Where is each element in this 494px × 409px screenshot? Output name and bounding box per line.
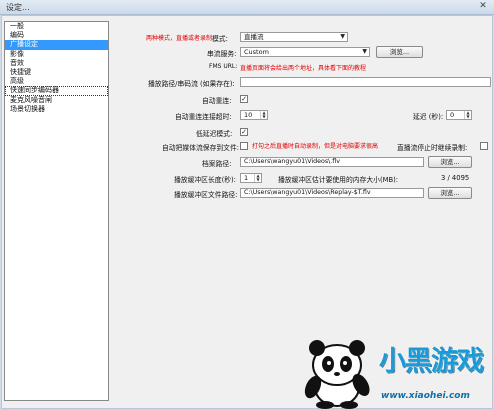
reconnect-timeout-spinner[interactable]: 10 ▲ ▼: [240, 110, 268, 120]
spin-arrows-icon[interactable]: ▲ ▼: [254, 174, 261, 182]
sidebar-item-scene-switcher[interactable]: 场景切换器: [5, 105, 108, 114]
sidebar-item-audio[interactable]: 音效: [5, 59, 108, 68]
keep-recording-label: 直播流停止时继续录制:: [397, 144, 468, 152]
sidebar-item-hotkeys[interactable]: 快捷键: [5, 68, 108, 77]
replay-length-spinner[interactable]: 1 ▲ ▼: [240, 173, 262, 183]
reconnect-timeout-value: 10: [244, 111, 253, 119]
playpath-label: 播放路径/串码流 (如果存在):: [148, 80, 235, 88]
service-select[interactable]: Custom ▼: [240, 47, 370, 57]
sidebar-item-advanced[interactable]: 高级: [5, 77, 108, 86]
replay-path-label: 播放缓冲区文件路径:: [174, 191, 238, 199]
replay-length-value: 1: [244, 174, 249, 182]
spin-arrows-icon[interactable]: ▲ ▼: [464, 111, 471, 119]
close-icon[interactable]: ✕: [476, 1, 490, 12]
panda-mascot-icon: [304, 340, 370, 409]
delay-spinner[interactable]: 0 ▲ ▼: [446, 110, 472, 120]
mode-select-value: 直播流: [244, 33, 264, 41]
spin-arrows-icon[interactable]: ▲ ▼: [260, 111, 267, 119]
autosave-checkbox[interactable]: [240, 142, 248, 150]
filepath-browse-button[interactable]: 浏览...: [428, 156, 472, 168]
sidebar-item-general[interactable]: 一般: [5, 22, 108, 31]
autosave-note: 打勾之后直播时自动录制，但是对电脑要求很高: [252, 143, 379, 150]
replay-length-label: 播放缓冲区长度(秒):: [174, 176, 236, 184]
autoreconnect-label: 自动重连:: [202, 97, 232, 105]
sidebar-item-mic-noise-gate[interactable]: 麦克风噪音闸: [5, 96, 108, 105]
sidebar-item-encoding[interactable]: 编码: [5, 31, 108, 40]
autosave-label: 自动把媒体流保存到文件:: [162, 144, 240, 152]
sidebar-item-broadcast-settings[interactable]: 广播设定: [5, 40, 108, 50]
replay-path-input[interactable]: C:\Users\wangyu01\Videos\Replay-$T.flv: [240, 188, 424, 198]
mode-label: 模式:: [212, 35, 228, 43]
lowlatency-checkbox[interactable]: ✓: [240, 128, 248, 136]
window-title: 设定...: [6, 3, 30, 12]
service-browse-button[interactable]: 浏览...: [376, 46, 423, 58]
delay-label: 延迟 (秒):: [413, 113, 444, 121]
sidebar-item-video[interactable]: 影像: [5, 50, 108, 59]
autoreconnect-checkbox[interactable]: ✓: [240, 95, 248, 103]
mode-select[interactable]: 直播流 ▼: [240, 32, 348, 42]
title-bar: 设定... ✕: [0, 0, 494, 15]
service-label: 串流服务:: [207, 50, 237, 58]
keep-recording-checkbox[interactable]: [480, 142, 488, 150]
service-select-value: Custom: [244, 48, 269, 56]
replay-path-browse-button[interactable]: 浏览...: [428, 187, 472, 199]
filepath-label: 档案路径:: [202, 160, 232, 168]
playpath-input[interactable]: [240, 77, 491, 87]
reconnect-timeout-label: 自动重连连接超时:: [175, 113, 232, 121]
filepath-input[interactable]: C:\Users\wangyu01\Videos\.flv: [240, 157, 424, 167]
watermark-logo: 小黑游戏 www.xiaohei.com: [295, 335, 491, 409]
delay-value: 0: [450, 111, 455, 119]
settings-category-list[interactable]: 一般 编码 广播设定 影像 音效 快捷键 高级 快速同步编码器 麦克风噪音闸 场…: [4, 21, 109, 401]
fms-url-note: 直播页面将会给出两个地址，具体看下面的教程: [240, 65, 367, 72]
chevron-down-icon: ▼: [340, 33, 345, 40]
lowlatency-label: 低延迟模式:: [196, 130, 233, 138]
replay-memory-value: 3 / 4095: [441, 174, 470, 182]
mode-note: 两种模式，直播或者录制: [146, 35, 213, 42]
replay-memory-label: 播放缓冲区估计要使用的内存大小(MB):: [278, 176, 399, 184]
watermark-brand-text: 小黑游戏: [379, 346, 484, 377]
sidebar-item-quicksync-encoder[interactable]: 快速同步编码器: [5, 86, 108, 96]
watermark-url: www.xiaohei.com: [381, 391, 470, 401]
chevron-down-icon: ▼: [362, 48, 367, 55]
fms-url-label: FMS URL:: [209, 63, 238, 70]
